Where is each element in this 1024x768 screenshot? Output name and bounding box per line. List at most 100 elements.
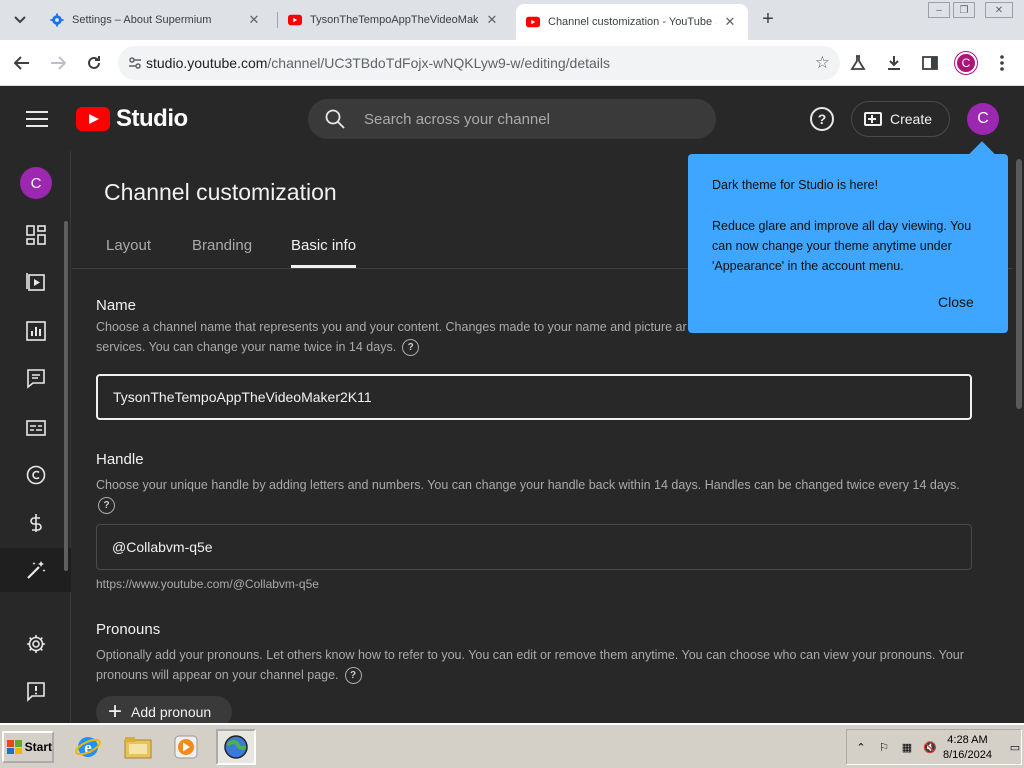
arrow-left-icon bbox=[14, 56, 29, 70]
address-bar[interactable]: studio.youtube.com/channel/UC3TBdoTdFojx… bbox=[118, 46, 840, 80]
account-avatar[interactable]: C bbox=[967, 103, 999, 135]
dashboard-icon bbox=[25, 225, 46, 245]
nav-subtitles[interactable] bbox=[0, 406, 71, 450]
file-explorer-taskbar-button[interactable] bbox=[118, 729, 158, 765]
promo-body: Reduce glare and improve all day viewing… bbox=[712, 219, 972, 273]
chrome-taskbar-button[interactable] bbox=[216, 729, 256, 765]
browser-profile-avatar[interactable]: C bbox=[955, 52, 977, 74]
clock-time: 4:28 AM bbox=[947, 734, 988, 746]
channel-name-field[interactable] bbox=[96, 374, 972, 420]
show-desktop-icon[interactable]: ▭ bbox=[1006, 738, 1024, 756]
close-tab-icon[interactable]: ✕ bbox=[484, 12, 500, 28]
close-tab-icon[interactable]: ✕ bbox=[246, 12, 262, 28]
restore-button[interactable]: ❐ bbox=[953, 2, 975, 18]
left-nav: C bbox=[0, 151, 71, 723]
media-player-icon bbox=[174, 735, 198, 759]
labs-button[interactable] bbox=[846, 51, 870, 75]
tab-search-button[interactable] bbox=[8, 8, 32, 32]
folder-icon bbox=[124, 737, 152, 759]
internet-explorer-taskbar-button[interactable]: e bbox=[68, 729, 108, 765]
promo-title: Dark theme for Studio is here! bbox=[712, 178, 879, 192]
show-hidden-icons-icon[interactable]: ⌃ bbox=[852, 738, 870, 756]
windows-flag-icon bbox=[7, 740, 22, 754]
tab-layout[interactable]: Layout bbox=[106, 237, 151, 268]
content-icon bbox=[25, 273, 45, 291]
new-tab-button[interactable]: + bbox=[757, 8, 779, 30]
nav-comments[interactable] bbox=[0, 356, 71, 400]
nav-settings[interactable] bbox=[0, 622, 71, 666]
studio-logo[interactable]: Studio bbox=[76, 105, 188, 133]
studio-header: Studio Search across your channel ? Crea… bbox=[0, 87, 1024, 151]
search-icon bbox=[324, 108, 346, 130]
pronouns-help-icon[interactable]: ? bbox=[344, 667, 362, 685]
handle-description-text: Choose your unique handle by adding lett… bbox=[96, 478, 960, 492]
action-center-flag-icon[interactable]: ⚐ bbox=[875, 738, 893, 756]
nav-send-feedback[interactable] bbox=[0, 669, 71, 713]
side-panel-button[interactable] bbox=[918, 51, 942, 75]
handle-url: https://www.youtube.com/@Collabvm-q5e bbox=[96, 577, 319, 591]
create-button[interactable]: Create bbox=[851, 101, 950, 137]
name-help-icon[interactable]: ? bbox=[402, 339, 420, 357]
menu-icon[interactable] bbox=[26, 111, 48, 127]
url-text: studio.youtube.com/channel/UC3TBdoTdFojx… bbox=[146, 55, 610, 71]
create-label: Create bbox=[890, 111, 933, 127]
browser-tab-studio[interactable]: Channel customization - YouTube Studio ✕ bbox=[516, 4, 748, 40]
tab-basic-info[interactable]: Basic info bbox=[291, 237, 357, 268]
channel-name-input[interactable] bbox=[113, 389, 970, 405]
help-icon[interactable]: ? bbox=[810, 107, 834, 131]
pronouns-description: Optionally add your pronouns. Let others… bbox=[96, 645, 976, 685]
youtube-icon bbox=[526, 16, 540, 28]
tab-title: Channel customization - YouTube Studio bbox=[548, 16, 716, 28]
browser-tab-settings[interactable]: Settings – About Supermium ✕ bbox=[40, 4, 272, 36]
browser-tab-strip: Settings – About Supermium ✕ TysonTheTem… bbox=[0, 0, 1024, 40]
subtitles-icon bbox=[25, 420, 46, 436]
start-label: Start bbox=[24, 740, 52, 754]
handle-input[interactable] bbox=[112, 539, 971, 555]
browser-tab-channel[interactable]: TysonTheTempoAppTheVideoMaker ✕ bbox=[278, 4, 510, 36]
nav-copyright[interactable] bbox=[0, 453, 71, 497]
reload-button[interactable] bbox=[82, 51, 106, 75]
search-bar[interactable]: Search across your channel bbox=[308, 99, 716, 139]
clock-date: 8/16/2024 bbox=[943, 749, 992, 761]
tab-title: Settings – About Supermium bbox=[72, 14, 212, 26]
bookmark-star-icon[interactable]: ☆ bbox=[815, 53, 830, 73]
system-clock[interactable]: 4:28 AM 8/16/2024 bbox=[943, 733, 992, 763]
nav-analytics[interactable] bbox=[0, 309, 71, 353]
promo-close-button[interactable]: Close bbox=[938, 294, 974, 310]
start-button[interactable]: Start bbox=[2, 731, 54, 763]
gear-icon bbox=[50, 13, 64, 27]
search-input[interactable]: Search across your channel bbox=[364, 111, 550, 128]
downloads-button[interactable] bbox=[882, 51, 906, 75]
system-tray: ⌃ ⚐ ▦ 🔇 4:28 AM 8/16/2024 ▭ bbox=[846, 729, 1022, 765]
youtube-logo-icon bbox=[76, 107, 110, 131]
main-scrollbar[interactable] bbox=[1016, 159, 1022, 409]
volume-muted-icon[interactable]: 🔇 bbox=[921, 738, 939, 756]
handle-field[interactable] bbox=[96, 524, 972, 570]
back-button[interactable] bbox=[10, 51, 34, 75]
channel-avatar[interactable]: C bbox=[20, 167, 52, 199]
handle-heading: Handle bbox=[96, 451, 144, 468]
nav-earn[interactable] bbox=[0, 501, 71, 545]
close-tab-icon[interactable]: ✕ bbox=[722, 14, 738, 30]
chrome-menu-button[interactable] bbox=[990, 51, 1014, 75]
youtube-icon bbox=[288, 14, 302, 26]
minimize-button[interactable]: – bbox=[928, 2, 950, 18]
nav-customization[interactable] bbox=[0, 548, 71, 592]
media-player-taskbar-button[interactable] bbox=[166, 729, 206, 765]
network-icon[interactable]: ▦ bbox=[898, 738, 916, 756]
side-panel-icon bbox=[922, 56, 938, 70]
tab-branding[interactable]: Branding bbox=[192, 237, 252, 268]
forward-button[interactable] bbox=[46, 51, 70, 75]
chevron-down-icon bbox=[14, 16, 26, 24]
comments-icon bbox=[26, 369, 45, 389]
site-info-icon[interactable] bbox=[126, 56, 144, 70]
nav-content[interactable] bbox=[0, 260, 71, 304]
page-title: Channel customization bbox=[104, 179, 337, 205]
nav-scrollbar[interactable] bbox=[64, 221, 68, 571]
handle-help-icon[interactable]: ? bbox=[98, 497, 115, 515]
window-close-button[interactable]: ✕ bbox=[985, 2, 1013, 18]
name-description-line1: Choose a channel name that represents yo… bbox=[96, 320, 687, 334]
name-heading: Name bbox=[96, 297, 137, 314]
nav-dashboard[interactable] bbox=[0, 213, 71, 257]
browser-toolbar: studio.youtube.com/channel/UC3TBdoTdFojx… bbox=[0, 40, 1024, 86]
